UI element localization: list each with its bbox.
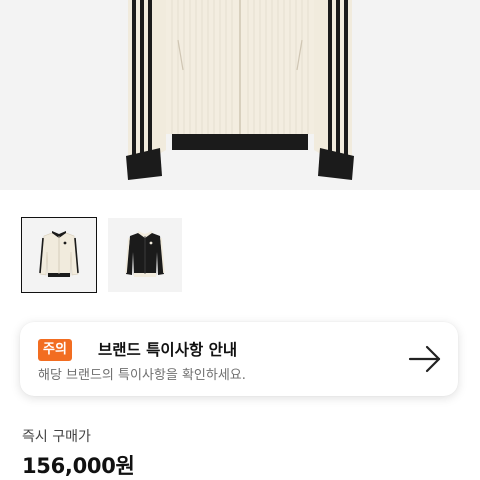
jacket-black-thumbnail: [125, 231, 165, 277]
instant-buy-price-label: 즉시 구매가: [22, 429, 91, 445]
jacket-image: [126, 0, 354, 180]
caution-badge: 주의: [38, 339, 72, 361]
brand-notice-card[interactable]: 주의 브랜드 특이사항 안내 해당 브랜드의 특이사항을 확인하세요.: [20, 322, 458, 396]
notice-title: 브랜드 특이사항 안내: [98, 341, 238, 359]
notice-description: 해당 브랜드의 특이사항을 확인하세요.: [38, 368, 246, 383]
thumbnail-cream-jacket[interactable]: [21, 217, 97, 293]
jacket-cream-thumbnail: [39, 231, 79, 277]
arrow-right-icon[interactable]: [408, 344, 442, 374]
product-main-image[interactable]: [0, 0, 480, 190]
thumbnail-strip: [21, 217, 182, 293]
thumbnail-black-jacket[interactable]: [108, 218, 182, 292]
instant-buy-price: 156,000원: [22, 454, 135, 478]
